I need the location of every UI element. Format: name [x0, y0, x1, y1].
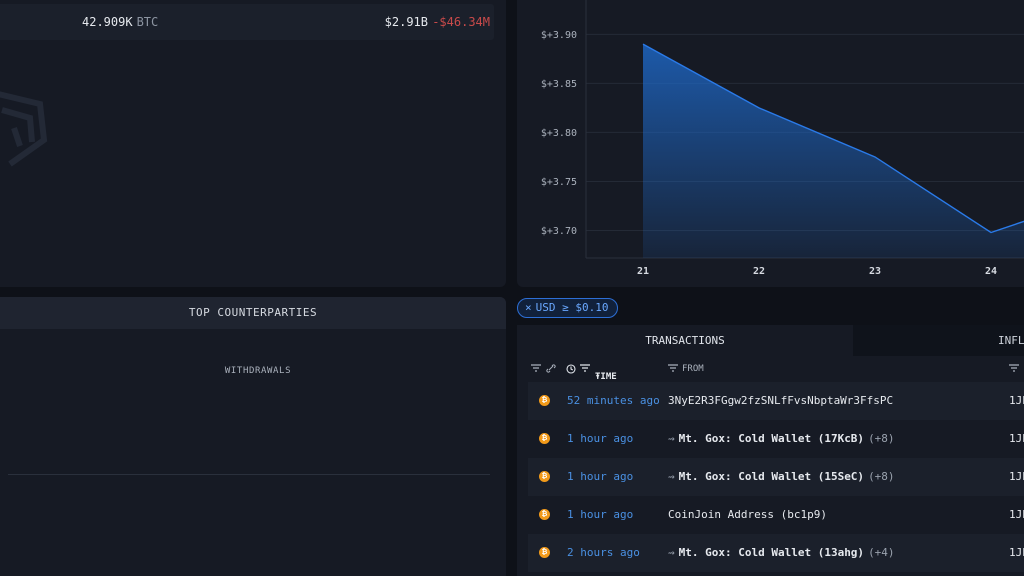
clock-icon[interactable]	[566, 364, 576, 377]
entity-arrow-icon: ⇝	[668, 470, 675, 483]
transaction-time-link[interactable]: 1 hour ago	[567, 470, 633, 483]
link-icon[interactable]	[546, 364, 556, 376]
from-extra-count[interactable]: (+4)	[868, 546, 895, 559]
transaction-time-link[interactable]: 2 hours ago	[567, 546, 640, 559]
from-extra-count[interactable]: (+8)	[868, 470, 895, 483]
from-address[interactable]: ⇝ Mt. Gox: Cold Wallet (17KcB) (+8)	[668, 432, 895, 445]
to-address[interactable]: 1JE	[1009, 546, 1024, 559]
from-label: Mt. Gox: Cold Wallet (17KcB)	[678, 432, 865, 445]
from-address[interactable]: ⇝ Mt. Gox: Cold Wallet (13ahg) (+4)	[668, 546, 895, 559]
y-tick-label: $+3.80	[541, 128, 577, 139]
x-tick-label: 21	[637, 266, 649, 277]
transaction-row[interactable]: ₿ 1 hour ago ⇝ Mt. Gox: Cold Wallet (15SeC)…	[528, 458, 1024, 496]
holdings-panel: 42.909K BTC $2.91B -$46.34M	[0, 0, 506, 287]
bitcoin-icon: ₿	[539, 471, 550, 482]
holding-amount: 42.909K BTC	[82, 15, 159, 29]
withdrawals-label: WITHDRAWALS	[224, 366, 292, 376]
y-tick-label: $+3.90	[541, 30, 577, 41]
from-address[interactable]: 3NyE2R3FGgw2fzSNLfFvsNbptaWr3FfsPC	[668, 394, 893, 407]
from-label: 3NyE2R3FGgw2fzSNLfFvsNbptaWr3FfsPC	[668, 394, 894, 407]
transaction-time-link[interactable]: 52 minutes ago	[567, 394, 660, 407]
bitcoin-icon: ₿	[539, 509, 550, 520]
holding-unit: BTC	[136, 15, 159, 29]
from-label: Mt. Gox: Cold Wallet (15SeC)	[678, 470, 865, 483]
transactions-panel: TRANSACTIONS INFLOW TIME ▾ FROM ₿ 52 minu…	[517, 325, 1024, 576]
from-address[interactable]: ⇝ Mt. Gox: Cold Wallet (15SeC) (+8)	[668, 470, 895, 483]
tab-inflow[interactable]: INFLOW	[853, 325, 1024, 356]
transaction-row[interactable]: ₿ 1 hour ago ⇝ Mt. Gox: Cold Wallet (17KcB)…	[528, 420, 1024, 458]
transaction-time-link[interactable]: 1 hour ago	[567, 432, 633, 445]
transaction-row[interactable]: ₿ 2 hours ago ⇝ Mt. Gox: Cold Wallet (13ahg…	[528, 534, 1024, 572]
entity-arrow-icon: ⇝	[668, 432, 675, 445]
from-label: Mt. Gox: Cold Wallet (13ahg)	[678, 546, 865, 559]
holding-change: -$46.34M	[432, 15, 490, 29]
x-tick-label: 24	[985, 266, 997, 277]
column-header-row: TIME ▾ FROM	[517, 356, 1024, 382]
logo-watermark-icon	[0, 91, 48, 167]
holding-value: $2.91B	[384, 15, 428, 29]
to-address[interactable]: 1JE	[1009, 508, 1024, 521]
y-tick-label: $+3.75	[541, 177, 577, 188]
usd-filter-chip[interactable]: × USD ≥ $0.10	[517, 298, 618, 318]
sort-desc-icon[interactable]: ▾	[595, 372, 600, 382]
transaction-time-link[interactable]: 1 hour ago	[567, 508, 633, 521]
from-label: CoinJoin Address (bc1p9)	[668, 508, 827, 521]
from-filter-icon[interactable]	[668, 364, 678, 375]
price-chart-panel: $+3.90 $+3.85 $+3.80 $+3.75 $+3.70 21 22 23 24	[517, 0, 1024, 287]
filter-icon[interactable]	[531, 364, 541, 375]
from-extra-count[interactable]: (+8)	[868, 432, 895, 445]
to-address[interactable]: 1JE	[1009, 470, 1024, 483]
transaction-row[interactable]: ₿ 1 hour ago CoinJoin Address (bc1p9) 1JE	[528, 496, 1024, 534]
top-counterparties-panel: TOP COUNTERPARTIES WITHDRAWALS	[0, 297, 506, 576]
to-address[interactable]: 1JE	[1009, 432, 1024, 445]
holding-row[interactable]: 42.909K BTC $2.91B -$46.34M	[0, 4, 494, 40]
bitcoin-icon: ₿	[539, 395, 550, 406]
tab-transactions[interactable]: TRANSACTIONS	[517, 325, 853, 356]
bitcoin-icon: ₿	[539, 433, 550, 444]
y-tick-label: $+3.85	[541, 79, 577, 90]
transactions-list: ₿ 52 minutes ago 3NyE2R3FGgw2fzSNLfFvsNbpt…	[528, 382, 1024, 572]
to-filter-icon[interactable]	[1009, 364, 1019, 375]
transaction-row[interactable]: ₿ 52 minutes ago 3NyE2R3FGgw2fzSNLfFvsNbpt…	[528, 382, 1024, 420]
x-tick-label: 22	[753, 266, 765, 277]
price-area-chart[interactable]: $+3.90 $+3.85 $+3.80 $+3.75 $+3.70 21 22 23 24	[517, 0, 1024, 287]
y-tick-label: $+3.70	[541, 226, 577, 237]
entity-arrow-icon: ⇝	[668, 546, 675, 559]
from-address[interactable]: CoinJoin Address (bc1p9)	[668, 508, 827, 521]
to-address[interactable]: 1JE	[1009, 394, 1024, 407]
from-column-header[interactable]: FROM	[682, 364, 704, 374]
bitcoin-icon: ₿	[539, 547, 550, 558]
counterparties-title: TOP COUNTERPARTIES	[0, 297, 506, 329]
filter-label: USD ≥ $0.10	[535, 301, 609, 314]
time-filter-icon[interactable]	[580, 364, 590, 375]
divider	[8, 474, 490, 475]
x-tick-label: 23	[869, 266, 881, 277]
close-icon[interactable]: ×	[525, 301, 532, 314]
